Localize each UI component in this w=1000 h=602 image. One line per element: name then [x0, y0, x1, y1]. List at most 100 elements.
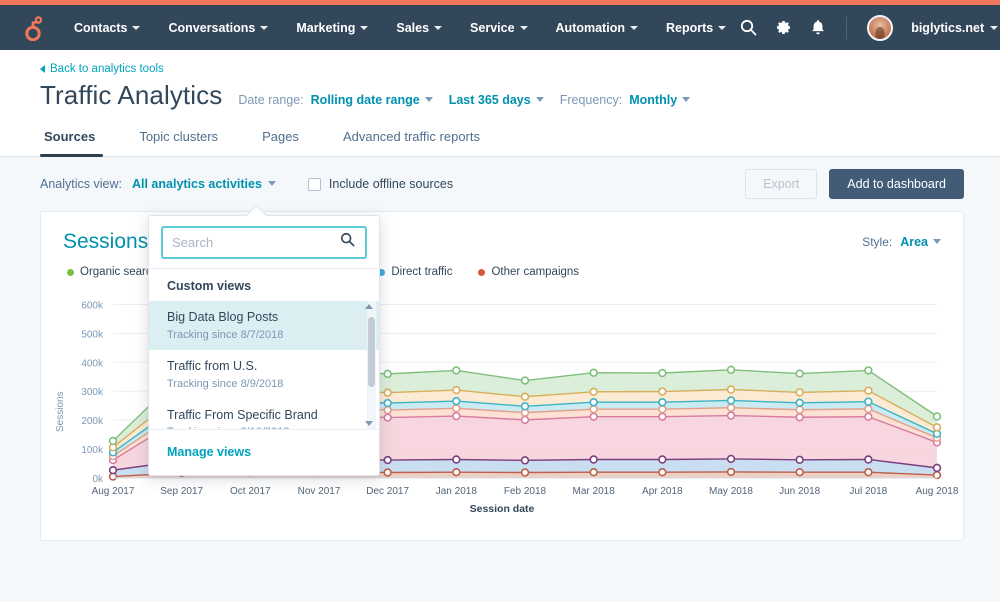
data-point[interactable]: [453, 469, 460, 476]
data-point[interactable]: [453, 387, 460, 394]
legend-item[interactable]: Organic search: [67, 266, 158, 278]
search-icon[interactable]: [740, 19, 757, 36]
data-point[interactable]: [796, 456, 803, 463]
data-point[interactable]: [384, 370, 391, 377]
data-point[interactable]: [590, 369, 597, 376]
nav-item-marketing[interactable]: Marketing: [282, 15, 382, 41]
scrollbar-thumb[interactable]: [368, 317, 375, 387]
list-item[interactable]: Traffic From Specific Brand Tracking sin…: [149, 399, 379, 430]
date-range-dropdown[interactable]: Rolling date range: [311, 93, 433, 107]
data-point[interactable]: [590, 399, 597, 406]
data-point[interactable]: [728, 366, 735, 373]
data-point[interactable]: [865, 387, 872, 394]
data-point[interactable]: [522, 393, 529, 400]
data-point[interactable]: [865, 405, 872, 412]
tab-topic-clusters[interactable]: Topic clusters: [117, 125, 240, 156]
gear-icon[interactable]: [775, 19, 792, 36]
tab-sources[interactable]: Sources: [40, 125, 117, 156]
data-point[interactable]: [590, 413, 597, 420]
data-point[interactable]: [110, 438, 117, 445]
data-point[interactable]: [659, 388, 666, 395]
tab-advanced-traffic-reports[interactable]: Advanced traffic reports: [321, 125, 502, 156]
data-point[interactable]: [728, 386, 735, 393]
list-item[interactable]: Big Data Blog Posts Tracking since 8/7/2…: [149, 301, 379, 350]
data-point[interactable]: [590, 406, 597, 413]
legend-item[interactable]: Direct traffic: [378, 266, 452, 278]
data-point[interactable]: [728, 412, 735, 419]
data-point[interactable]: [659, 456, 666, 463]
tab-pages[interactable]: Pages: [240, 125, 321, 156]
data-point[interactable]: [865, 398, 872, 405]
analytics-view-dropdown[interactable]: All analytics activities: [132, 177, 276, 191]
export-button[interactable]: Export: [745, 169, 817, 199]
data-point[interactable]: [865, 469, 872, 476]
data-point[interactable]: [110, 467, 117, 474]
data-point[interactable]: [728, 397, 735, 404]
data-point[interactable]: [453, 398, 460, 405]
data-point[interactable]: [796, 469, 803, 476]
scroll-up-arrow-icon[interactable]: [365, 304, 373, 309]
style-dropdown[interactable]: Area: [900, 235, 941, 249]
data-point[interactable]: [865, 413, 872, 420]
data-point[interactable]: [796, 406, 803, 413]
nav-item-contacts[interactable]: Contacts: [60, 15, 154, 41]
add-to-dashboard-button[interactable]: Add to dashboard: [829, 169, 964, 199]
list-item[interactable]: Traffic from U.S. Tracking since 8/9/201…: [149, 350, 379, 399]
data-point[interactable]: [934, 424, 941, 431]
search-input[interactable]: [161, 226, 367, 259]
data-point[interactable]: [384, 407, 391, 414]
manage-views-link[interactable]: Manage views: [167, 445, 251, 459]
scroll-down-arrow-icon[interactable]: [365, 421, 373, 426]
data-point[interactable]: [453, 405, 460, 412]
data-point[interactable]: [384, 469, 391, 476]
back-to-analytics-tools-link[interactable]: Back to analytics tools: [40, 63, 164, 75]
bell-icon[interactable]: [810, 19, 826, 36]
data-point[interactable]: [453, 413, 460, 420]
data-point[interactable]: [384, 389, 391, 396]
data-point[interactable]: [522, 469, 529, 476]
data-point[interactable]: [659, 413, 666, 420]
legend-item[interactable]: Other campaigns: [478, 266, 579, 278]
nav-item-reports[interactable]: Reports: [652, 15, 740, 41]
data-point[interactable]: [453, 367, 460, 374]
data-point[interactable]: [796, 399, 803, 406]
data-point[interactable]: [934, 413, 941, 420]
data-point[interactable]: [522, 377, 529, 384]
hubspot-logo-icon[interactable]: [14, 15, 44, 41]
data-point[interactable]: [384, 457, 391, 464]
frequency-dropdown[interactable]: Monthly: [629, 93, 690, 107]
data-point[interactable]: [796, 370, 803, 377]
data-point[interactable]: [522, 457, 529, 464]
data-point[interactable]: [796, 414, 803, 421]
data-point[interactable]: [384, 400, 391, 407]
custom-views-list[interactable]: Big Data Blog Posts Tracking since 8/7/2…: [149, 301, 379, 429]
data-point[interactable]: [728, 469, 735, 476]
data-point[interactable]: [728, 456, 735, 463]
account-menu[interactable]: biglytics.net: [911, 21, 998, 35]
avatar[interactable]: [867, 15, 893, 41]
data-point[interactable]: [522, 403, 529, 410]
data-point[interactable]: [796, 389, 803, 396]
data-point[interactable]: [934, 464, 941, 471]
date-preset-dropdown[interactable]: Last 365 days: [449, 93, 544, 107]
data-point[interactable]: [865, 367, 872, 374]
data-point[interactable]: [728, 404, 735, 411]
nav-item-sales[interactable]: Sales: [382, 15, 456, 41]
nav-item-automation[interactable]: Automation: [542, 15, 652, 41]
data-point[interactable]: [659, 399, 666, 406]
search-icon[interactable]: [340, 232, 355, 252]
data-point[interactable]: [384, 414, 391, 421]
nav-item-conversations[interactable]: Conversations: [154, 15, 282, 41]
data-point[interactable]: [659, 406, 666, 413]
nav-item-service[interactable]: Service: [456, 15, 541, 41]
data-point[interactable]: [590, 456, 597, 463]
include-offline-sources-checkbox[interactable]: Include offline sources: [308, 177, 453, 191]
data-point[interactable]: [934, 472, 941, 479]
data-point[interactable]: [865, 456, 872, 463]
data-point[interactable]: [590, 388, 597, 395]
data-point[interactable]: [453, 456, 460, 463]
data-point[interactable]: [659, 469, 666, 476]
data-point[interactable]: [522, 416, 529, 423]
data-point[interactable]: [590, 469, 597, 476]
data-point[interactable]: [659, 370, 666, 377]
